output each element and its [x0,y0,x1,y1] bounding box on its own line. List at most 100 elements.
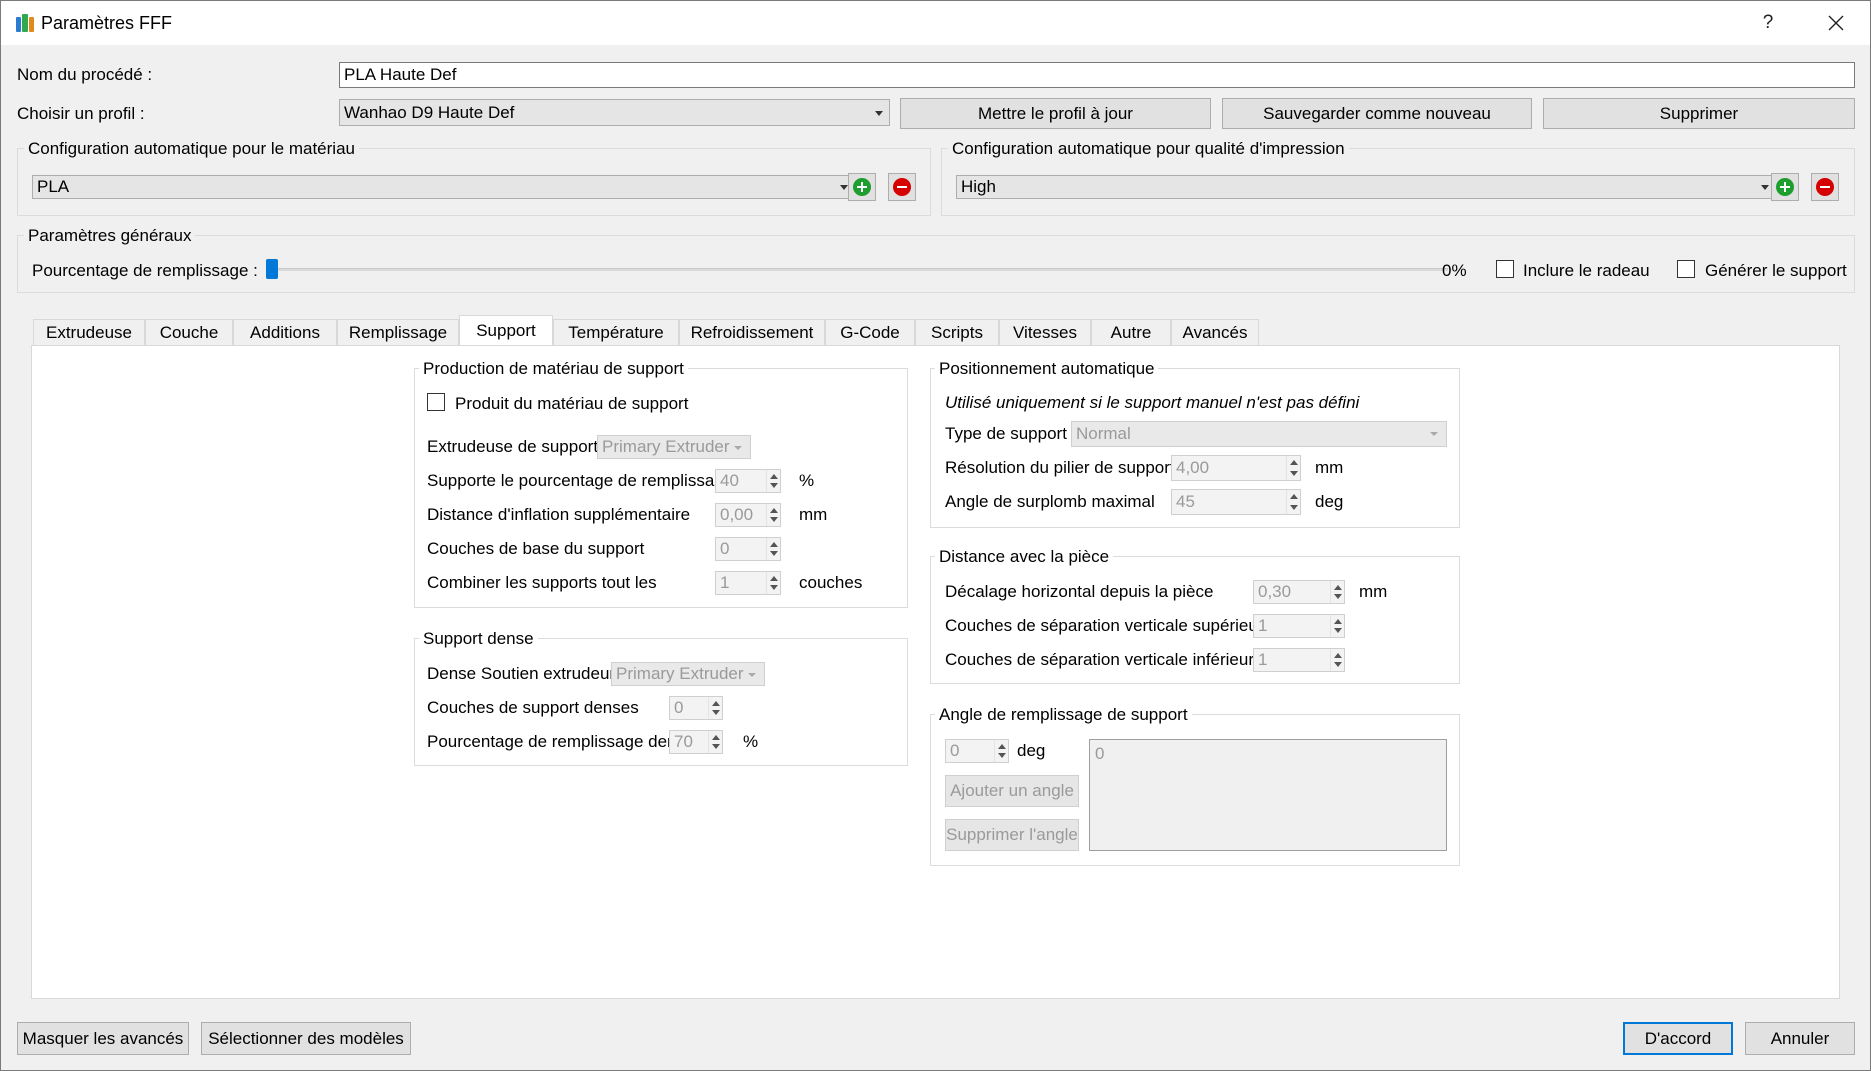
help-button[interactable]: ? [1753,7,1783,39]
dense-layers-spinbox[interactable]: 0 [669,696,723,720]
cancel-button[interactable]: Annuler [1745,1022,1855,1055]
overhang-angle-spinbox[interactable]: 45 [1171,489,1301,515]
horizontal-offset-label: Décalage horizontal depuis la pièce [945,582,1214,601]
tab-temperature[interactable]: Température [553,319,679,345]
spinner-arrows-icon[interactable] [1286,456,1300,480]
list-item[interactable]: 0 [1095,744,1441,764]
support-infill-label: Supporte le pourcentage de remplissage [427,471,734,490]
lower-separation-spinbox[interactable]: 1 [1253,648,1345,672]
process-name-input[interactable]: PLA Haute Def [339,62,1855,88]
base-layers-label: Couches de base du support [427,539,645,558]
remove-quality-button[interactable] [1811,173,1839,201]
pillar-resolution-spinbox[interactable]: 4,00 [1171,455,1301,481]
infill-value: 0% [1442,261,1467,280]
dense-infill-spinbox[interactable]: 70 [669,730,723,754]
tab-advanced[interactable]: Avancés [1171,319,1259,345]
general-params-title: Paramètres généraux [24,226,196,246]
combine-supports-label: Combiner les supports tout les [427,573,657,592]
tab-extruder[interactable]: Extrudeuse [33,319,145,345]
spinner-arrows-icon[interactable] [708,697,722,719]
select-models-button[interactable]: Sélectionner des modèles [201,1022,411,1055]
tab-support[interactable]: Support [459,315,553,345]
dense-extruder-label: Dense Soutien extrudeur [427,664,616,683]
close-button[interactable] [1819,7,1853,39]
auto-quality-group: Configuration automatique pour qualité d… [941,139,1855,216]
remove-angle-button[interactable]: Supprimer l'angle [945,819,1079,851]
infill-angle-title: Angle de remplissage de support [935,705,1192,725]
angle-list[interactable]: 0 [1089,739,1447,851]
tab-infill[interactable]: Remplissage [337,319,459,345]
add-material-button[interactable] [848,173,876,201]
profile-select[interactable]: Wanhao D9 Haute Def [339,99,890,126]
combine-supports-spinbox[interactable]: 1 [715,571,781,595]
spinner-arrows-icon[interactable] [1330,615,1344,637]
spinner-arrows-icon[interactable] [766,504,780,526]
minus-icon [893,178,911,196]
spinner-arrows-icon[interactable] [766,572,780,594]
support-type-select[interactable]: Normal [1071,421,1447,447]
auto-placement-note: Utilisé uniquement si le support manuel … [945,393,1360,412]
add-angle-button[interactable]: Ajouter un angle [945,775,1079,807]
spinner-arrows-icon[interactable] [994,740,1008,762]
close-icon [1828,15,1844,31]
pillar-resolution-unit: mm [1315,458,1344,477]
tab-gcode[interactable]: G-Code [825,319,915,345]
ok-button[interactable]: D'accord [1623,1022,1733,1055]
spinner-arrows-icon[interactable] [766,470,780,492]
include-raft-checkbox[interactable] [1496,260,1514,278]
profile-select-value: Wanhao D9 Haute Def [344,103,515,122]
infill-angle-spinbox[interactable]: 0 [945,739,1009,763]
horizontal-offset-unit: mm [1359,582,1388,601]
delete-profile-button[interactable]: Supprimer [1543,98,1855,129]
inflation-distance-spinbox[interactable]: 0,00 [715,503,781,527]
spinner-arrows-icon[interactable] [1286,490,1300,514]
window-title: Paramètres FFF [41,13,173,33]
spinner-arrows-icon[interactable] [766,538,780,560]
spinner-arrows-icon[interactable] [1330,649,1344,671]
produce-support-checkbox[interactable] [427,393,445,411]
dense-layers-value: 0 [674,698,684,717]
support-production-title: Production de matériau de support [419,359,688,379]
material-select[interactable]: PLA [32,175,855,199]
chevron-down-icon [840,185,848,190]
material-select-value: PLA [37,177,70,196]
part-distance-title: Distance avec la pièce [935,547,1114,567]
base-layers-value: 0 [720,539,730,558]
dense-extruder-select[interactable]: Primary Extruder [611,662,765,686]
update-profile-button[interactable]: Mettre le profil à jour [900,98,1211,129]
add-quality-button[interactable] [1771,173,1799,201]
tab-speeds[interactable]: Vitesses [999,319,1091,345]
save-as-new-button[interactable]: Sauvegarder comme nouveau [1222,98,1532,129]
auto-placement-title: Positionnement automatique [935,359,1159,379]
tab-other[interactable]: Autre [1091,319,1171,345]
generate-support-checkbox[interactable] [1677,260,1695,278]
chevron-down-icon [748,673,756,677]
remove-material-button[interactable] [888,173,916,201]
support-extruder-label: Extrudeuse de support [427,437,599,456]
tab-cooling[interactable]: Refroidissement [679,319,825,345]
upper-separation-spinbox[interactable]: 1 [1253,614,1345,638]
overhang-angle-value: 45 [1176,492,1195,511]
infill-angle-value: 0 [950,741,960,760]
tab-layer[interactable]: Couche [145,319,233,345]
spinner-arrows-icon[interactable] [1330,581,1344,603]
infill-slider-handle[interactable] [266,259,278,279]
dense-infill-label: Pourcentage de remplissage dense [427,732,695,751]
horizontal-offset-spinbox[interactable]: 0,30 [1253,580,1345,604]
spinner-arrows-icon[interactable] [708,731,722,753]
infill-slider[interactable] [274,268,1448,271]
support-extruder-select[interactable]: Primary Extruder [597,435,751,459]
base-layers-spinbox[interactable]: 0 [715,537,781,561]
infill-label: Pourcentage de remplissage : [32,261,258,280]
support-infill-unit: % [799,471,815,490]
support-infill-spinbox[interactable]: 40 [715,469,781,493]
tab-additions[interactable]: Additions [233,319,337,345]
overhang-angle-unit: deg [1315,492,1344,511]
hide-advanced-button[interactable]: Masquer les avancés [17,1022,189,1055]
tab-scripts[interactable]: Scripts [915,319,999,345]
quality-select[interactable]: High [956,175,1776,199]
generate-support-label: Générer le support [1705,261,1847,280]
dense-extruder-value: Primary Extruder [616,664,744,683]
general-params-group: Paramètres généraux Pourcentage de rempl… [17,226,1855,293]
title-bar: Paramètres FFF ? [1,1,1870,45]
